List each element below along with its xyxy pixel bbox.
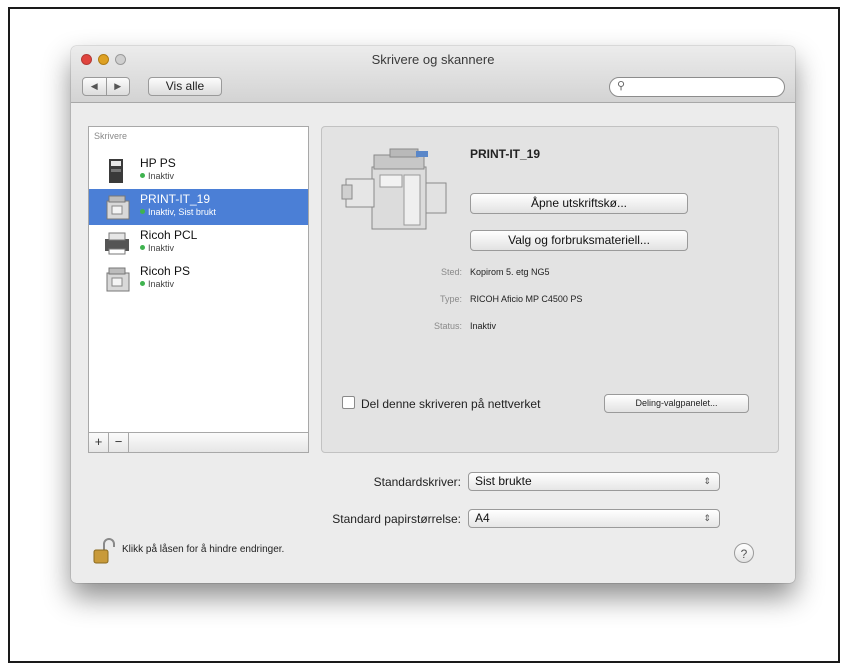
printer-name: PRINT-IT_19 bbox=[140, 192, 211, 206]
chevron-up-down-icon: ⇕ bbox=[703, 513, 711, 523]
forward-button[interactable]: ▶ bbox=[105, 78, 130, 95]
options-supplies-button[interactable]: Valg og forbruksmateriell... bbox=[470, 230, 688, 251]
default-paper-select[interactable]: A4 ⇕ bbox=[468, 509, 720, 528]
back-button[interactable]: ◀ bbox=[83, 78, 106, 95]
status-label: Status: bbox=[433, 321, 462, 331]
type-value: RICOH Aficio MP C4500 PS bbox=[470, 294, 583, 304]
printer-status: Inaktiv bbox=[140, 279, 174, 289]
search-input[interactable]: ⚲ bbox=[609, 77, 785, 97]
checkbox-box[interactable] bbox=[342, 396, 355, 409]
printer-name: HP PS bbox=[140, 156, 176, 170]
printer-status: Inaktiv bbox=[140, 171, 174, 181]
help-button[interactable]: ? bbox=[734, 543, 754, 563]
copier-image bbox=[341, 148, 447, 230]
status-dot bbox=[140, 281, 145, 286]
printer-name: Ricoh PS bbox=[140, 264, 191, 278]
back-forward-control: ◀ ▶ bbox=[82, 77, 130, 96]
default-paper-value: A4 bbox=[475, 511, 490, 525]
printer-list: Skrivere HP PS Inaktiv PRINT-IT_19 Inakt… bbox=[88, 126, 309, 453]
default-printer-select[interactable]: Sist brukte ⇕ bbox=[468, 472, 720, 491]
list-header: Skrivere bbox=[94, 131, 128, 141]
list-item[interactable]: Ricoh PCL Inaktiv bbox=[89, 225, 308, 261]
default-printer-label: Standardskriver: bbox=[373, 475, 461, 489]
default-printer-value: Sist brukte bbox=[475, 474, 532, 488]
printer-status: Inaktiv bbox=[140, 243, 174, 253]
sharing-prefs-button[interactable]: Deling-valgpanelet... bbox=[604, 394, 749, 413]
list-toolbar: + − bbox=[88, 432, 309, 453]
location-value: Kopirom 5. etg NG5 bbox=[470, 267, 550, 277]
default-paper-label: Standard papirstørrelse: bbox=[332, 512, 461, 526]
window-title: Skrivere og skannere bbox=[371, 52, 495, 67]
copier-icon bbox=[106, 267, 130, 292]
list-item[interactable]: PRINT-IT_19 Inaktiv, Sist brukt bbox=[89, 189, 308, 225]
printer-icon bbox=[109, 159, 123, 183]
printers-window: Skrivere og skannere ◀ ▶ Vis alle ⚲ Skri… bbox=[71, 46, 795, 583]
add-printer-button[interactable]: + bbox=[89, 433, 109, 452]
show-all-button[interactable]: Vis alle bbox=[148, 77, 222, 96]
titlebar: Skrivere og skannere ◀ ▶ Vis alle ⚲ bbox=[71, 46, 795, 103]
status-dot bbox=[140, 173, 145, 178]
lock-hint: Klikk på låsen for å hindre endringer. bbox=[122, 544, 285, 555]
printer-title: PRINT-IT_19 bbox=[470, 147, 541, 161]
printer-status: Inaktiv, Sist brukt bbox=[140, 207, 216, 217]
type-label: Type: bbox=[439, 294, 462, 304]
printer-icon bbox=[105, 232, 129, 255]
printer-name: Ricoh PCL bbox=[140, 228, 198, 242]
status-dot bbox=[140, 209, 145, 214]
open-print-queue-button[interactable]: Åpne utskriftskø... bbox=[470, 193, 688, 214]
list-item[interactable]: Ricoh PS Inaktiv bbox=[89, 261, 308, 297]
status-value: Inaktiv bbox=[470, 321, 497, 331]
search-icon: ⚲ bbox=[617, 80, 626, 92]
chevron-up-down-icon: ⇕ bbox=[703, 476, 711, 486]
lock-icon[interactable] bbox=[93, 538, 115, 564]
location-label: Sted: bbox=[440, 267, 462, 277]
remove-printer-button[interactable]: − bbox=[109, 433, 129, 452]
copier-icon bbox=[106, 195, 130, 220]
share-printer-checkbox[interactable]: Del denne skriveren på nettverket bbox=[342, 396, 540, 411]
printer-detail-panel: PRINT-IT_19 Åpne utskriftskø... Valg og … bbox=[321, 126, 779, 453]
status-dot bbox=[140, 245, 145, 250]
list-item[interactable]: HP PS Inaktiv bbox=[89, 153, 308, 189]
